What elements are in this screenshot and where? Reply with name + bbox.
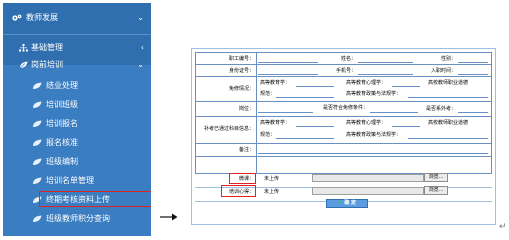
label-hire-date: 入职时间： [430,68,456,74]
row-divider [196,101,491,102]
label-position: 岗位： [238,106,254,112]
label-id-number: 身份证号： [228,68,254,74]
menu-label: 岗前培训 [31,60,63,69]
row-divider [196,143,491,144]
option-policy-law: 高等教育政策与法规学： [346,132,402,138]
field-external-exam[interactable] [458,112,488,113]
submenu-label: 班级教师积分查询 [46,214,110,223]
field-id-number[interactable] [258,74,318,75]
leaf-icon [33,82,42,89]
chevron-left-icon: ‹ [140,43,144,52]
confirm-button[interactable]: ✔ 确 定 [326,199,368,208]
field-gender[interactable] [458,62,488,63]
submenu-item-training-class[interactable]: 培训班级 [3,96,151,114]
menu-pre-job-training[interactable]: 岗前培训 ⌄ [3,56,151,74]
field-option[interactable] [276,138,334,139]
upload-status: 未上传 [264,189,280,195]
menu-base-management[interactable]: 基础管理 ‹ [3,39,151,57]
field-option[interactable] [276,97,334,98]
submenu-item-class-compile[interactable]: 班级编制 [3,153,151,171]
leaf-icon [19,61,28,69]
option-norms: 规范： [260,91,276,97]
option-teacher-ethics: 高校教师职业道德 [428,80,469,86]
option-norms: 规范： [260,132,276,138]
option-higher-edu-psychology: 高等教育心理学： [346,80,387,86]
label-external-exam: 是否系外考： [425,106,456,112]
field-option[interactable] [392,86,420,87]
submenu-item-graduation[interactable]: 结业处理 [3,77,151,95]
field-hire-date[interactable] [458,74,488,75]
field-option[interactable] [408,138,488,139]
file-path-input[interactable] [312,187,424,195]
submenu-label: 培训班级 [46,100,78,109]
highlight-box [221,185,256,197]
submenu-label: 报名核准 [46,138,78,147]
sitemap-icon [19,44,28,52]
row-divider [196,156,491,157]
col-divider [256,53,257,173]
submenu-item-training-signup[interactable]: 培训报名 [3,115,151,133]
label-gender: 性别： [440,56,456,62]
label-phone: 手机号： [335,68,356,74]
field-name[interactable] [358,62,413,63]
submenu-label: 培训报名 [46,119,78,128]
submenu-item-roster-management[interactable]: 培训名单管理 [3,172,151,190]
label-exemption-eligible: 是否符合免修条件： [322,105,368,111]
file-path-input[interactable] [312,174,424,182]
field-position[interactable] [258,112,313,113]
field-exemption-eligible[interactable] [370,112,418,113]
field-phone[interactable] [358,74,413,75]
chevron-down-icon: ⌄ [137,60,144,69]
chevron-down-icon: ⌄ [137,13,144,22]
menu-teacher-development[interactable]: 教师发展 ⌄ [3,9,151,27]
upload-form-panel: 职工编号： 姓名： 性别： 身份证号： 手机号： 入职时间： 免修情况： 高等教… [191,48,496,225]
row-divider [196,76,491,77]
arrow-right-icon [160,213,178,221]
field-option[interactable] [392,126,420,127]
menu-label: 基础管理 [31,43,63,52]
label-name: 姓名： [340,56,356,62]
leaf-icon [33,139,42,146]
browse-button[interactable]: 浏览... [424,186,448,195]
menu-label: 教师发展 [26,13,58,22]
option-teacher-ethics: 高校教师职业道德 [428,120,469,126]
option-policy-law: 高等教育政策与法规学： [346,91,402,97]
option-higher-education: 高等教育学： [260,120,291,126]
submenu-label: 结业处理 [46,81,78,90]
option-higher-edu-psychology: 高等教育心理学： [346,120,387,126]
label-passed-makeup: 补考已通过科目信息： [203,126,254,132]
submenu-label: 培训名单管理 [46,176,94,185]
label-remarks: 备注： [238,147,254,153]
return-mark-icon: ↵ [499,222,507,232]
leaf-icon [33,158,42,165]
browse-button[interactable]: 浏览... [424,173,448,182]
option-higher-education: 高等教育学： [260,80,291,86]
highlight-box [229,173,256,184]
row-divider [196,116,491,117]
label-staff-id: 职工编号： [228,56,254,62]
highlight-box [39,191,151,207]
field-option[interactable] [296,126,334,127]
field-option[interactable] [408,97,488,98]
gears-icon [12,14,22,21]
divider [3,34,151,35]
info-table: 职工编号： 姓名： 性别： 身份证号： 手机号： 入职时间： 免修情况： 高等教… [195,52,492,174]
submenu-item-signup-approval[interactable]: 报名核准 [3,134,151,152]
row-divider [196,64,491,65]
leaf-icon [33,120,42,127]
confirm-label: 确 定 [344,200,356,206]
check-icon: ✔ [338,200,343,206]
leaf-icon [33,177,42,184]
field-remarks[interactable] [258,153,488,154]
sidebar-nav: 教师发展 ⌄ 基础管理 ‹ 岗前培训 ⌄ 结业处理 培训班级 培训报名 报名核准 [3,3,151,236]
field-staff-id[interactable] [258,62,318,63]
field-option[interactable] [296,86,334,87]
submenu-label: 班级编制 [46,157,78,166]
leaf-icon [33,101,42,108]
submenu-item-points-query[interactable]: 班级教师积分查询 [3,210,151,228]
label-exemption: 免修情况： [228,86,254,92]
leaf-icon [33,215,42,222]
upload-status: 未上传 [264,176,280,182]
